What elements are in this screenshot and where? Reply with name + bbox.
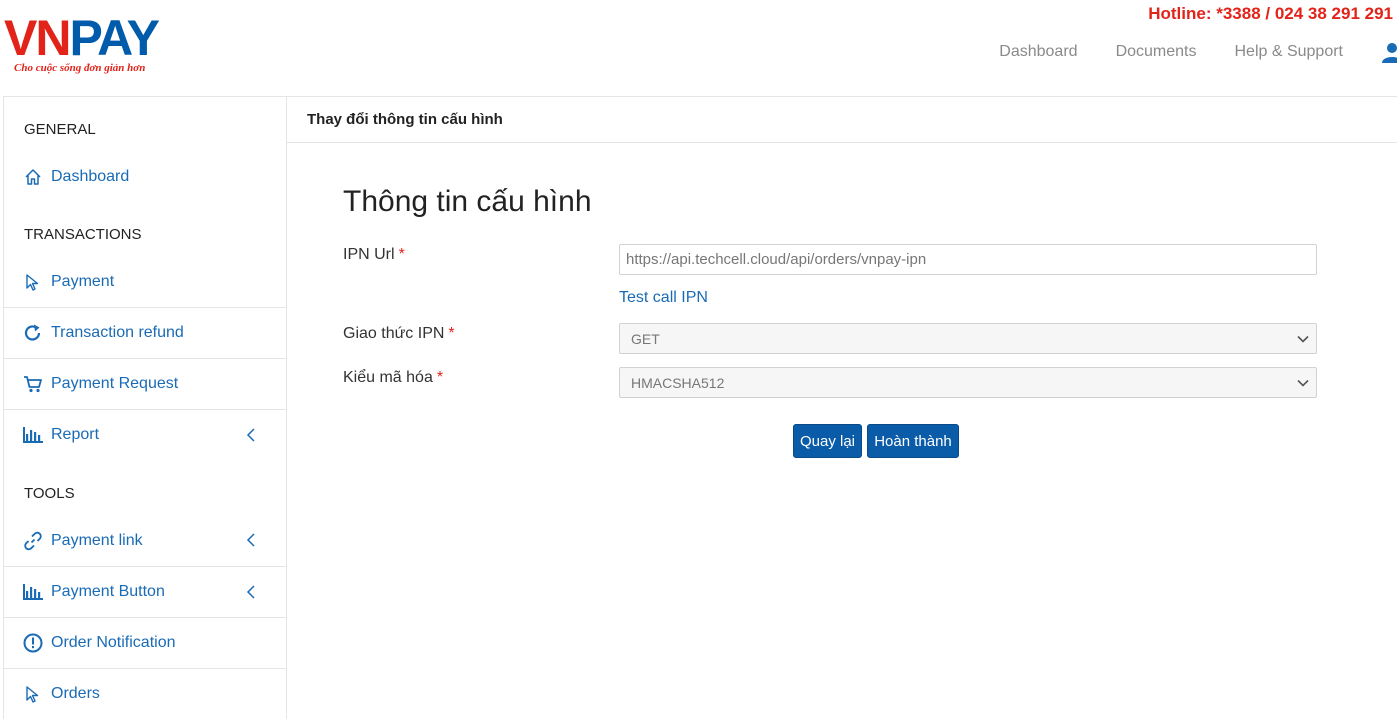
sidebar-item-report[interactable]: Report — [4, 409, 287, 460]
required-marker: * — [398, 246, 405, 263]
cursor-icon — [22, 271, 44, 293]
sidebar-item-transaction-refund[interactable]: Transaction refund — [4, 307, 287, 358]
refresh-icon — [22, 322, 44, 344]
main-content: Thay đổi thông tin cấu hình Thông tin cấ… — [287, 96, 1397, 719]
hash-type-select[interactable]: HMACSHA512 — [619, 367, 1317, 398]
section-title-transactions: TRANSACTIONS — [24, 226, 142, 243]
sidebar-item-label: Dashboard — [51, 167, 130, 185]
home-icon — [22, 166, 44, 188]
section-title-general: GENERAL — [24, 121, 96, 138]
ipn-url-input[interactable]: https://api.techcell.cloud/api/orders/vn… — [619, 244, 1317, 275]
section-title-tools: TOOLS — [24, 485, 75, 502]
sidebar-item-label: Order Notification — [51, 634, 176, 651]
alert-circle-icon — [22, 632, 44, 654]
sidebar-item-label: Transaction refund — [51, 324, 184, 341]
bar-chart-icon — [22, 424, 44, 446]
chevron-left-icon[interactable] — [244, 584, 258, 600]
page-header-title: Thay đổi thông tin cấu hình — [287, 97, 1397, 143]
chevron-down-icon — [1296, 376, 1310, 390]
sidebar-item-label: Report — [51, 426, 100, 443]
required-marker: * — [448, 325, 455, 342]
nav-help-support-link[interactable]: Help & Support — [1234, 43, 1343, 61]
nav-dashboard-link[interactable]: Dashboard — [999, 43, 1077, 61]
bar-chart-icon — [22, 581, 44, 603]
top-header: VNPAY Cho cuộc sống đơn giản hơn Hotline… — [0, 0, 1397, 96]
logo-wordmark: VNPAY — [4, 10, 160, 66]
sidebar-item-orders[interactable]: Orders — [4, 668, 287, 719]
cursor-icon — [22, 683, 44, 705]
sidebar-item-payment-request[interactable]: Payment Request — [4, 358, 287, 409]
sidebar-item-label: Payment link — [51, 531, 143, 549]
sidebar-item-payment[interactable]: Payment — [4, 256, 287, 307]
nav-documents-link[interactable]: Documents — [1116, 43, 1197, 61]
hash-type-value: HMACSHA512 — [631, 374, 725, 391]
form-title: Thông tin cấu hình — [343, 185, 592, 218]
chevron-down-icon — [1296, 332, 1310, 346]
hotline-text: Hotline: *3388 / 024 38 291 291 — [1148, 4, 1393, 23]
test-call-ipn-link[interactable]: Test call IPN — [619, 289, 708, 307]
logo-slogan: Cho cuộc sống đơn giản hơn — [14, 62, 146, 74]
vnpay-logo[interactable]: VNPAY Cho cuộc sống đơn giản hơn — [4, 10, 184, 80]
user-icon[interactable] — [1381, 41, 1397, 63]
ipn-protocol-value: GET — [631, 330, 660, 347]
link-icon — [22, 530, 44, 552]
sidebar-item-label: Payment Request — [51, 375, 179, 392]
chevron-left-icon[interactable] — [244, 427, 258, 443]
sidebar-item-label: Orders — [51, 685, 100, 702]
top-navigation: Dashboard Documents Help & Support — [999, 40, 1397, 64]
sidebar-item-order-notification[interactable]: Order Notification — [4, 617, 287, 668]
cart-icon — [22, 373, 44, 395]
sidebar-item-label: Payment Button — [51, 583, 165, 600]
sidebar-item-label: Payment — [51, 272, 115, 290]
required-marker: * — [436, 369, 444, 386]
ipn-url-label: IPN Url * — [343, 246, 405, 263]
sidebar-item-payment-link[interactable]: Payment link — [4, 515, 287, 566]
back-button[interactable]: Quay lại — [793, 424, 862, 458]
ipn-protocol-select[interactable]: GET — [619, 323, 1317, 354]
ipn-protocol-label: Giao thức IPN * — [343, 325, 455, 342]
hash-type-label: Kiểu mã hóa * — [343, 369, 444, 386]
chevron-left-icon[interactable] — [244, 532, 258, 548]
sidebar-item-payment-button[interactable]: Payment Button — [4, 566, 287, 617]
sidebar-item-dashboard[interactable]: Dashboard — [4, 151, 287, 202]
sidebar: GENERAL Dashboard TRANSACTIONS Payment T… — [3, 96, 287, 719]
finish-button[interactable]: Hoàn thành — [867, 424, 959, 458]
